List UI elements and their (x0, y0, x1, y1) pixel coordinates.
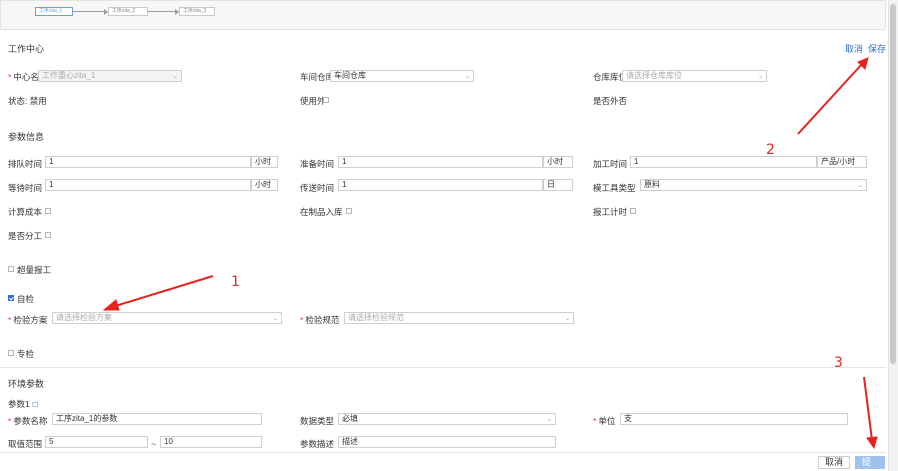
transfer-unit[interactable]: 日 (543, 179, 573, 191)
cost-checkbox[interactable] (45, 208, 51, 214)
annotation-arrow-1 (111, 275, 214, 308)
mold-label: 模工具类型 (593, 183, 636, 193)
self-check-checkbox[interactable] (8, 295, 14, 301)
proc-input[interactable]: 1 (630, 156, 817, 168)
cancel-link[interactable]: 取消 (845, 42, 863, 55)
flow-node-1[interactable]: 工序zita_1 (35, 7, 73, 16)
split-label: 是否分工 (8, 231, 43, 241)
inspect-plan-select[interactable]: 请选择检验方案 ⌄ (52, 312, 282, 324)
desc-input[interactable]: 描述 (338, 436, 556, 448)
prep-input[interactable]: 1 (338, 156, 543, 168)
range-label: 取值范围 (8, 439, 43, 449)
dtype-label: 数据类型 (300, 416, 335, 426)
dtype-select[interactable]: 必填 ⌄ (338, 413, 556, 425)
desc-label: 参数描述 (300, 439, 335, 449)
chevron-down-icon: ⌄ (857, 183, 863, 189)
warehouse-select[interactable]: 请选择仓库库位 ⌄ (622, 70, 767, 82)
inspect-spec-label: * 检验规范 (300, 315, 340, 325)
chevron-down-icon: ⌄ (464, 74, 470, 80)
workshop-select[interactable]: 车间仓库 ⌄ (330, 70, 474, 82)
inspect-spec-select[interactable]: 请选择检验规范 ⌄ (344, 312, 574, 324)
outsource-checkbox[interactable] (323, 97, 329, 103)
unit-input[interactable]: 支 (620, 413, 848, 425)
annotation-arrow-3 (863, 376, 873, 441)
proc-label: 加工时间 (593, 159, 628, 169)
section-divider (0, 367, 886, 368)
queue-unit[interactable]: 小时 (251, 156, 278, 168)
range-min-input[interactable]: 5 (45, 436, 148, 448)
wip-checkbox[interactable] (346, 208, 352, 214)
param-header: 参数1 ☐ (8, 399, 39, 409)
queue-label: 排队时间 (8, 159, 43, 169)
flow-connector (148, 11, 176, 12)
annotation-number-2: 2 (766, 142, 775, 158)
flow-node-3[interactable]: 工序zita_3 (179, 7, 215, 16)
inspect-plan-label: * 检验方案 (8, 315, 48, 325)
proc-unit[interactable]: 产品/小时 (817, 156, 867, 168)
footer-cancel-button[interactable]: 取消 (818, 456, 851, 469)
chevron-down-icon: ⌄ (272, 316, 278, 322)
chevron-down-icon: ⌄ (564, 316, 570, 322)
wait-label: 等待时间 (8, 183, 43, 193)
status-text: 状态: 禁用 (8, 96, 47, 106)
arrow-head-icon (102, 299, 120, 311)
chevron-down-icon: ⌄ (757, 74, 763, 80)
special-check-label: 专检 (17, 349, 35, 359)
scrollbar-thumb[interactable] (890, 4, 896, 364)
queue-input[interactable]: 1 (45, 156, 251, 168)
arrow-head-icon (866, 436, 878, 450)
cost-label: 计算成本 (8, 207, 43, 217)
over-report-checkbox[interactable] (8, 266, 14, 272)
save-link[interactable]: 保存 (868, 42, 886, 55)
annotation-arrow-2 (797, 63, 863, 135)
checkbox-icon[interactable]: ☐ (32, 402, 38, 409)
prep-label: 准备时间 (300, 159, 335, 169)
flow-connector (73, 11, 105, 12)
env-title: 环境参数 (8, 379, 45, 389)
over-report-label: 超量报工 (17, 265, 52, 275)
chevron-down-icon: ⌄ (172, 74, 178, 80)
wait-unit[interactable]: 小时 (251, 179, 278, 191)
whether-text: 是否外否 (593, 96, 628, 106)
workshop-label: 车间仓库 (300, 72, 335, 82)
wait-input[interactable]: 1 (45, 179, 251, 191)
split-checkbox[interactable] (45, 232, 51, 238)
prep-unit[interactable]: 小时 (543, 156, 573, 168)
self-check-label: 自检 (17, 294, 35, 304)
unit-label: * 单位 (593, 416, 616, 426)
annotation-number-3: 3 (834, 355, 843, 371)
wip-label: 在制品入库 (300, 207, 343, 217)
center-label: * 中心名 (8, 72, 39, 82)
params-title: 参数信息 (8, 132, 45, 142)
range-max-input[interactable]: 10 (160, 436, 262, 448)
chevron-down-icon: ⌄ (546, 417, 552, 423)
flow-preview: 工序zita_1 工序zita_2 工序zita_3 (0, 0, 886, 30)
center-select[interactable]: 工作重心zita_1 ⌄ (38, 70, 182, 82)
special-check-checkbox[interactable] (8, 350, 14, 356)
range-separator: ~ (151, 439, 156, 449)
transfer-label: 传送时间 (300, 183, 335, 193)
transfer-input[interactable]: 1 (338, 179, 543, 191)
work-center-title: 工作中心 (8, 44, 45, 54)
param-name-input[interactable]: 工序zita_1的参数 (52, 413, 262, 425)
mold-select[interactable]: 原料 ⌄ (640, 179, 867, 191)
param-name-label: * 参数名称 (8, 416, 48, 426)
arrow-head-icon (857, 57, 869, 70)
annotation-number-1: 1 (231, 274, 240, 290)
flow-node-2[interactable]: 工序zita_2 (108, 7, 148, 16)
footer-divider (0, 452, 886, 453)
report-label: 报工计时 (593, 207, 628, 217)
submit-button[interactable]: 提交 (855, 456, 885, 471)
outsource-label: 使用外 (300, 96, 326, 106)
report-checkbox[interactable] (630, 208, 636, 214)
